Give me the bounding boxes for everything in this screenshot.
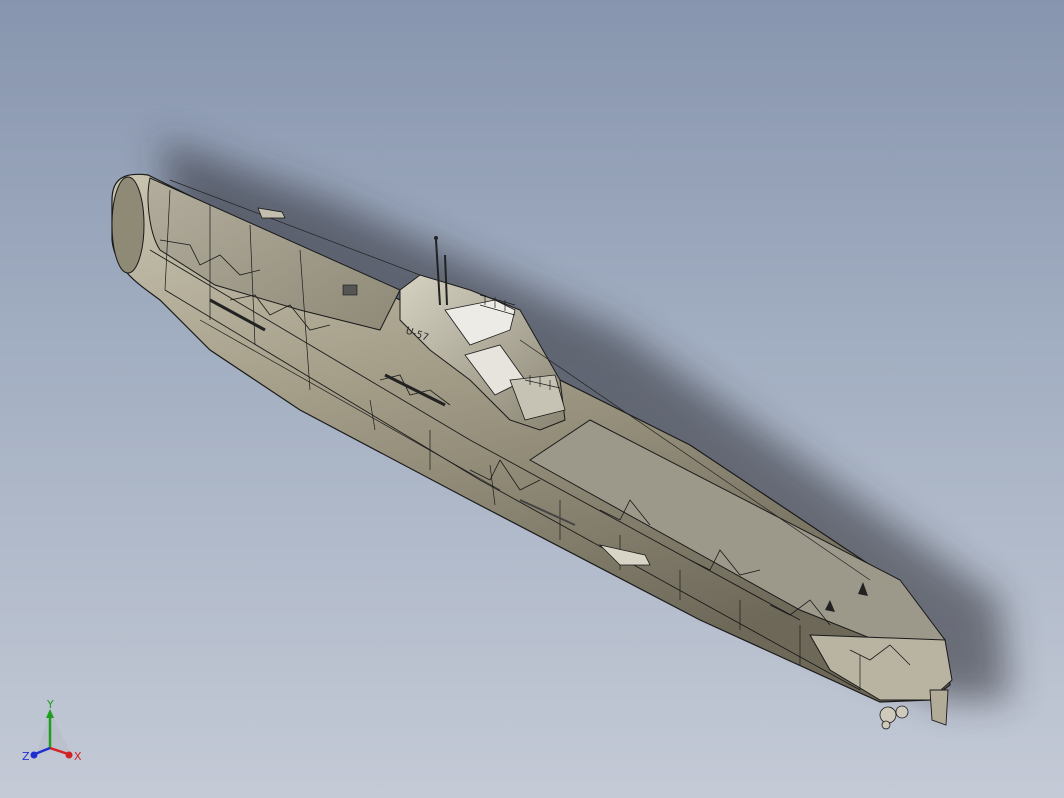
- coordinate-triad-icon: Y X Z: [22, 698, 82, 763]
- submarine-model[interactable]: U-57: [0, 0, 1064, 798]
- propeller-assembly: [879, 705, 909, 730]
- stern-end: [111, 176, 145, 274]
- z-axis-label: Z: [22, 750, 30, 763]
- rudder: [929, 689, 949, 726]
- x-axis-label: X: [74, 750, 82, 763]
- graphics-viewport[interactable]: U-57 Y X Z: [0, 0, 1064, 798]
- deck-gun: [342, 284, 358, 296]
- y-axis-label: Y: [46, 700, 54, 711]
- coordinate-triad: Y X Z: [18, 698, 88, 772]
